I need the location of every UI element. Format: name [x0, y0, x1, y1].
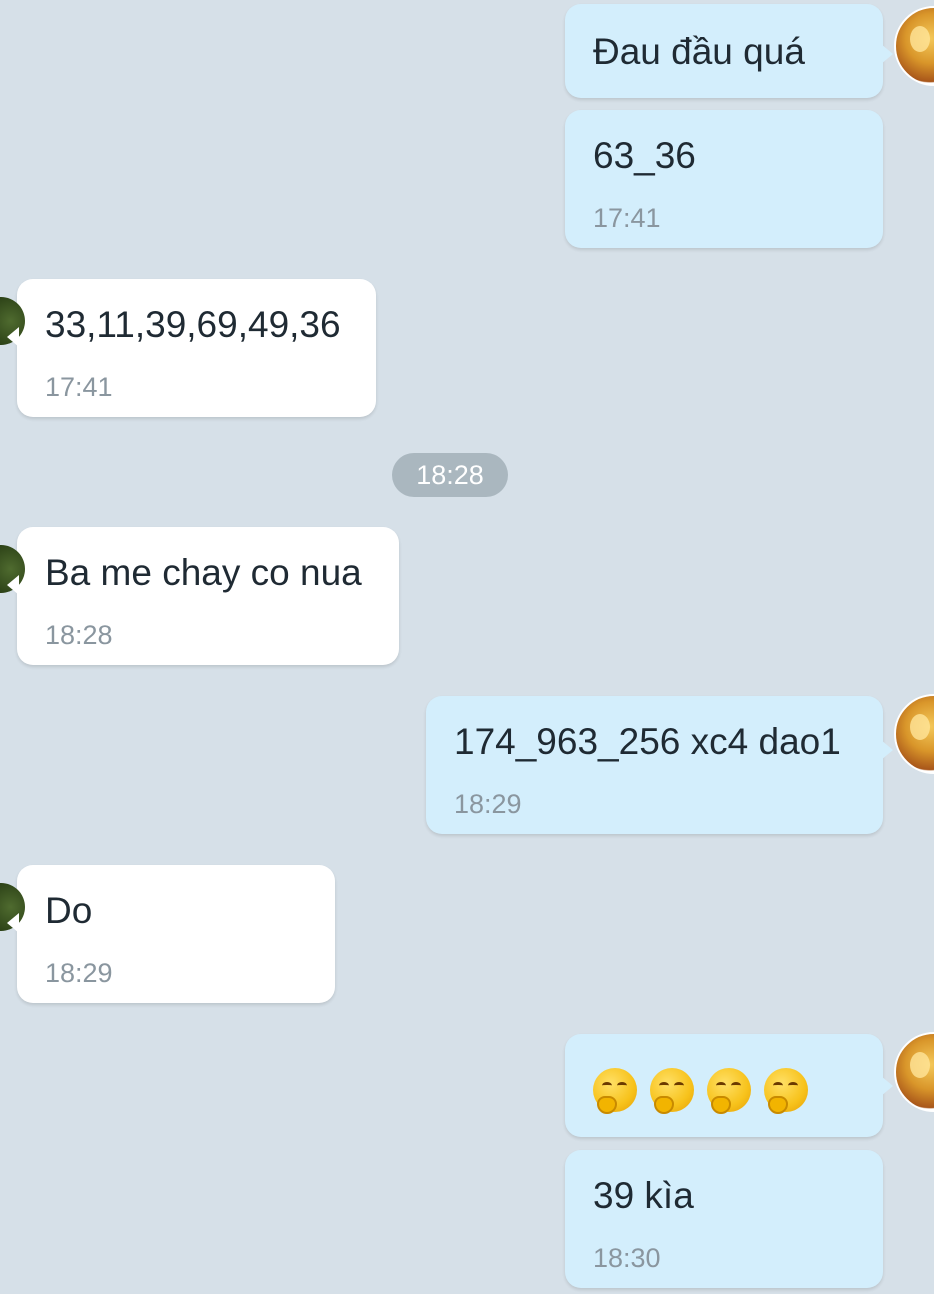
- hand-over-mouth-emoji: [764, 1068, 808, 1114]
- outgoing-message[interactable]: 174_963_256 xc4 dao1 18:29: [426, 696, 893, 834]
- hand-over-mouth-emoji: [593, 1068, 637, 1114]
- incoming-message[interactable]: Ba me chay co nua 18:28: [0, 527, 399, 665]
- time-separator: 18:28: [392, 453, 508, 497]
- emoji-row: [593, 1068, 808, 1114]
- outgoing-message[interactable]: 63_36 17:41: [565, 110, 883, 248]
- hand-over-mouth-emoji: [707, 1068, 751, 1114]
- sender-avatar[interactable]: [894, 694, 934, 774]
- incoming-message[interactable]: Do 18:29: [0, 865, 335, 1003]
- message-text: Ba me chay co nua: [45, 552, 362, 593]
- message-time: 18:28: [45, 620, 113, 650]
- message-text: 174_963_256 xc4 dao1: [454, 721, 841, 762]
- message-time: 18:29: [45, 958, 113, 988]
- outgoing-message[interactable]: Đau đầu quá: [565, 4, 893, 98]
- message-text: 33,11,39,69,49,36: [45, 304, 341, 345]
- message-text: Đau đầu quá: [593, 31, 805, 72]
- message-time: 18:30: [593, 1243, 661, 1273]
- message-text: 63_36: [593, 135, 696, 176]
- hand-over-mouth-emoji: [650, 1068, 694, 1114]
- sender-avatar[interactable]: [894, 1032, 934, 1112]
- outgoing-message[interactable]: 39 kìa 18:30: [565, 1150, 883, 1288]
- message-time: 17:41: [45, 372, 113, 402]
- outgoing-message[interactable]: [565, 1034, 893, 1137]
- message-time: 17:41: [593, 203, 661, 233]
- message-text: Do: [45, 890, 93, 931]
- incoming-message[interactable]: 33,11,39,69,49,36 17:41: [0, 279, 376, 417]
- message-text: 39 kìa: [593, 1175, 694, 1216]
- message-time: 18:29: [454, 789, 522, 819]
- sender-avatar[interactable]: [894, 6, 934, 86]
- chat-screen: { "messages": { "m1": { "text": "Đau đầu…: [0, 0, 934, 1294]
